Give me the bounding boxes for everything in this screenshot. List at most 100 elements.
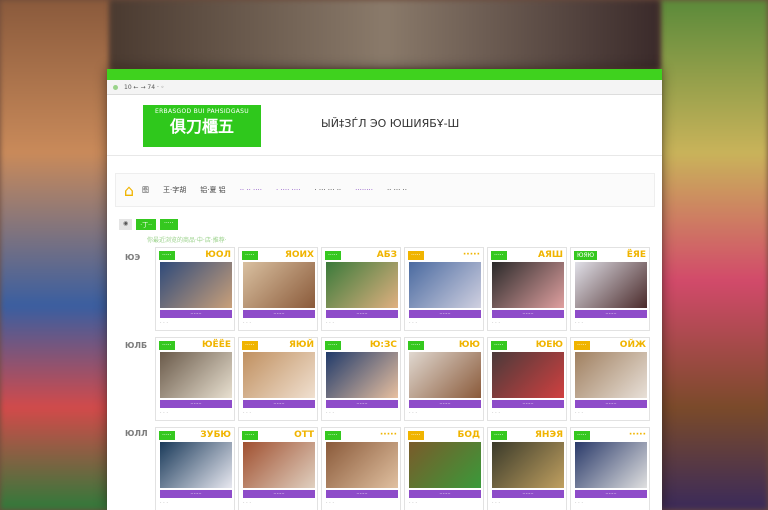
- row-label-2: ЮЛБ: [125, 341, 148, 350]
- product-meta: · · ·: [243, 410, 251, 416]
- product-buy-bar[interactable]: ·······: [243, 490, 315, 498]
- product-image[interactable]: [326, 262, 398, 308]
- product-buy-bar[interactable]: ·······: [492, 400, 564, 408]
- product-meta: · · ·: [575, 320, 583, 326]
- nav-item-5[interactable]: · ···· ····: [276, 186, 300, 194]
- product-card[interactable]: ····· ····· ······· · · ·: [570, 427, 650, 510]
- product-meta: · · ·: [326, 500, 334, 506]
- home-icon[interactable]: ⌂: [116, 181, 142, 200]
- product-tag: ЮЯЮ: [574, 251, 598, 260]
- nav-item-1[interactable]: 图: [142, 185, 149, 195]
- product-tag: ·····: [408, 251, 424, 260]
- product-price: ЁЯЕ: [626, 250, 646, 260]
- address-bar[interactable]: 10 ← → 74 · ◦: [107, 80, 662, 95]
- category-nav: ⌂ 图 王·字胡 铝·夏 铝 ·· ·· ···· · ···· ···· · …: [115, 173, 655, 207]
- product-card[interactable]: ····· ЗУБЮ ······· · · ·: [155, 427, 235, 510]
- nav-item-7[interactable]: ········: [355, 186, 373, 194]
- product-grid: ····· ЮОЛ ······· · · · ····· ЯОИХ ······· · · …: [155, 247, 651, 510]
- product-card[interactable]: ····· ····· ······· · · ·: [321, 427, 401, 510]
- product-image[interactable]: [492, 442, 564, 488]
- product-image[interactable]: [160, 352, 232, 398]
- product-card[interactable]: ····· ОТТ ······· · · ·: [238, 427, 318, 510]
- product-card[interactable]: ····· Ю:ЗС ······· · · ·: [321, 337, 401, 421]
- product-card[interactable]: ····· ЮОЛ ······· · · ·: [155, 247, 235, 331]
- filter-chip-1[interactable]: ·丁··: [136, 219, 156, 230]
- product-card[interactable]: ····· ЯЮЙ ······· · · ·: [238, 337, 318, 421]
- product-buy-bar[interactable]: ·······: [160, 400, 232, 408]
- product-tag: ·····: [325, 251, 341, 260]
- product-card[interactable]: ЮЯЮ ЁЯЕ ······· · · ·: [570, 247, 650, 331]
- product-price: ОЙЖ: [619, 340, 646, 350]
- product-meta: · · ·: [409, 500, 417, 506]
- product-buy-bar[interactable]: ·······: [575, 310, 647, 318]
- filter-avatar-icon[interactable]: ◉: [119, 219, 133, 230]
- product-card[interactable]: ····· ОЙЖ ······· · · ·: [570, 337, 650, 421]
- product-card[interactable]: ····· ЮЮ ······· · · ·: [404, 337, 484, 421]
- product-buy-bar[interactable]: ·······: [492, 310, 564, 318]
- nav-item-4[interactable]: ·· ·· ····: [240, 186, 262, 194]
- product-image[interactable]: [160, 262, 232, 308]
- product-image[interactable]: [243, 442, 315, 488]
- site-logo[interactable]: ERBASGOD BUI PAHSIDGASU 俱刀櫃五: [143, 105, 261, 147]
- product-card[interactable]: ····· ЯОИХ ······· · · ·: [238, 247, 318, 331]
- product-image[interactable]: [492, 352, 564, 398]
- product-image[interactable]: [326, 442, 398, 488]
- product-price: ЯЮЙ: [288, 340, 314, 350]
- nav-item-2[interactable]: 王·字胡: [163, 185, 186, 195]
- product-tag: ·····: [325, 341, 341, 350]
- product-card[interactable]: ····· АБЗ ······· · · ·: [321, 247, 401, 331]
- product-tag: ·····: [242, 341, 258, 350]
- product-card[interactable]: ····· БОД ······· · · ·: [404, 427, 484, 510]
- product-image[interactable]: [575, 442, 647, 488]
- row-label-3: ЮЛЛ: [125, 429, 148, 438]
- product-meta: · · ·: [326, 410, 334, 416]
- product-buy-bar[interactable]: ·······: [326, 310, 398, 318]
- product-image[interactable]: [492, 262, 564, 308]
- product-tag: ·····: [159, 431, 175, 440]
- filter-chip-2[interactable]: ·····: [159, 219, 178, 230]
- product-buy-bar[interactable]: ·······: [326, 490, 398, 498]
- product-buy-bar[interactable]: ·······: [326, 400, 398, 408]
- nav-item-3[interactable]: 铝·夏 铝: [200, 185, 225, 195]
- product-buy-bar[interactable]: ·······: [575, 490, 647, 498]
- product-tag: ·····: [574, 431, 590, 440]
- product-buy-bar[interactable]: ·······: [243, 310, 315, 318]
- product-card[interactable]: ····· ЮЁЁЕ ······· · · ·: [155, 337, 235, 421]
- product-buy-bar[interactable]: ·······: [160, 310, 232, 318]
- product-image[interactable]: [326, 352, 398, 398]
- product-image[interactable]: [409, 352, 481, 398]
- product-tag: ·····: [574, 341, 590, 350]
- product-buy-bar[interactable]: ·······: [492, 490, 564, 498]
- product-card[interactable]: ····· АЯШ ······· · · ·: [487, 247, 567, 331]
- product-price: ЮЕЮ: [535, 340, 563, 350]
- browser-top-bar: [107, 69, 662, 80]
- product-card[interactable]: ····· ЯНЭЯ ······· · · ·: [487, 427, 567, 510]
- product-price: Ю:ЗС: [369, 340, 397, 350]
- logo-subtitle: ERBASGOD BUI PAHSIDGASU: [155, 108, 249, 115]
- product-image[interactable]: [409, 442, 481, 488]
- product-price: ЯОИХ: [284, 250, 314, 260]
- product-buy-bar[interactable]: ·······: [160, 490, 232, 498]
- product-card[interactable]: ····· ЮЕЮ ······· · · ·: [487, 337, 567, 421]
- nav-item-8[interactable]: ·· ··· ··: [387, 186, 407, 194]
- product-buy-bar[interactable]: ·······: [575, 400, 647, 408]
- nav-item-6[interactable]: · ··· ··· ··: [314, 186, 341, 194]
- product-image[interactable]: [160, 442, 232, 488]
- product-image[interactable]: [575, 262, 647, 308]
- product-meta: · · ·: [160, 500, 168, 506]
- product-image[interactable]: [243, 262, 315, 308]
- product-image[interactable]: [243, 352, 315, 398]
- product-meta: · · ·: [326, 320, 334, 326]
- row-label-1: ЮЭ: [125, 253, 141, 262]
- product-buy-bar[interactable]: ·······: [409, 400, 481, 408]
- product-image[interactable]: [409, 262, 481, 308]
- product-buy-bar[interactable]: ·······: [243, 400, 315, 408]
- product-image[interactable]: [575, 352, 647, 398]
- product-price: ·····: [379, 430, 397, 440]
- product-buy-bar[interactable]: ·······: [409, 310, 481, 318]
- product-buy-bar[interactable]: ·······: [409, 490, 481, 498]
- product-price: ·····: [628, 430, 646, 440]
- filter-chips: ◉ ·丁·· ·····: [119, 219, 178, 230]
- product-card[interactable]: ····· ····· ······· · · ·: [404, 247, 484, 331]
- product-price: ЮЮ: [458, 340, 480, 350]
